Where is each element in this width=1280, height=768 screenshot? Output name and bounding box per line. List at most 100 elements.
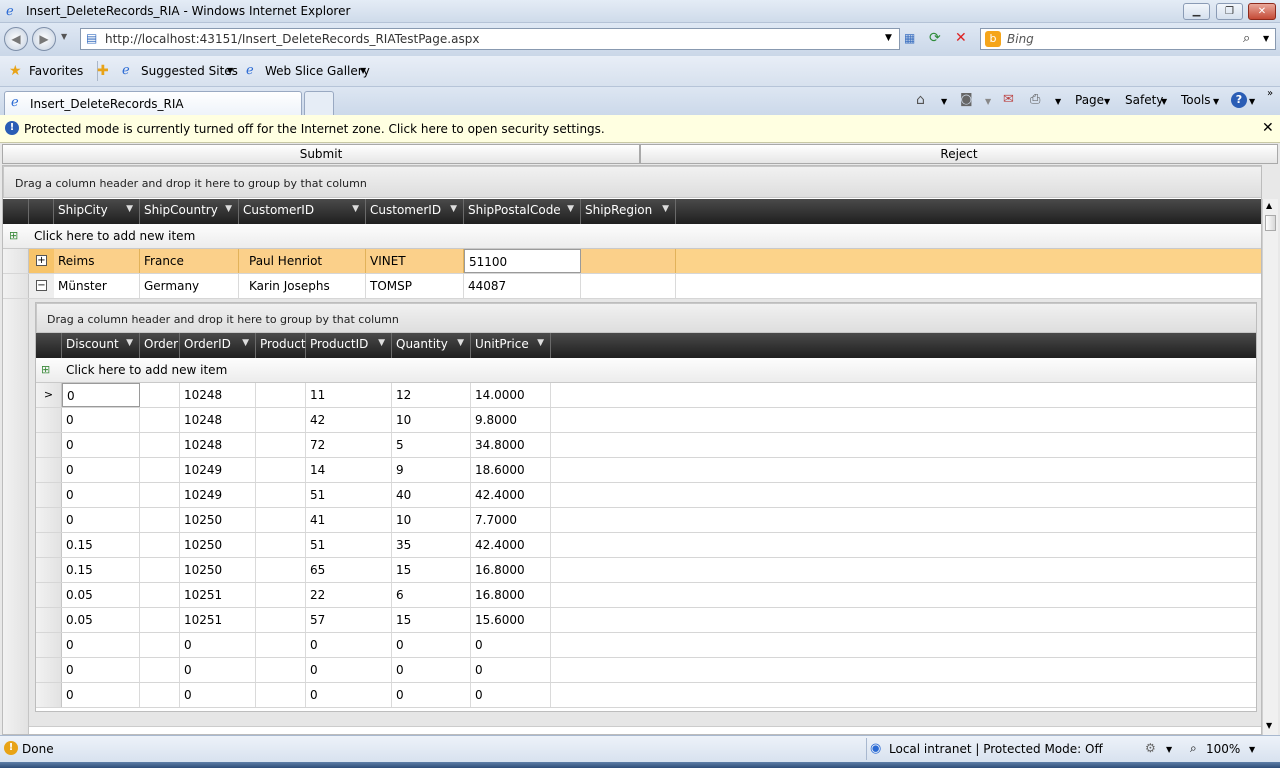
cell[interactable]: 18.6000 [471, 458, 551, 482]
cell[interactable]: 10250 [180, 508, 256, 532]
cell[interactable]: 0.05 [62, 583, 140, 607]
chevron-down-icon[interactable]: ▼ [227, 66, 233, 75]
cell[interactable]: 0 [62, 683, 140, 707]
web-slice-gallery-link[interactable]: Web Slice Gallery [265, 64, 370, 78]
address-dropdown-icon[interactable]: ▼ [885, 33, 892, 43]
cell[interactable] [140, 483, 180, 507]
add-favorites-icon[interactable]: ✚ [97, 63, 109, 79]
filter-icon[interactable]: ▼ [242, 338, 249, 348]
row-expander-cell[interactable]: − [29, 274, 54, 298]
cell[interactable]: Reims [54, 249, 140, 273]
page-menu[interactable]: Page [1075, 93, 1104, 107]
table-row[interactable]: 00000 [36, 633, 1256, 658]
cell[interactable]: 0 [180, 683, 256, 707]
scrollbar[interactable]: ▲ ▼ [1262, 199, 1278, 735]
cell[interactable] [140, 408, 180, 432]
suggested-sites-link[interactable]: Suggested Sites [141, 64, 238, 78]
table-row[interactable]: + Reims France Paul Henriot VINET 51100 [3, 249, 1261, 274]
stop-icon[interactable]: ✕ [955, 30, 967, 46]
table-row[interactable]: 0 10249 51 40 42.4000 [36, 483, 1256, 508]
chevron-down-icon[interactable]: ▼ [1104, 97, 1110, 106]
feeds-icon[interactable]: ◙ [960, 92, 973, 107]
filter-icon[interactable]: ▼ [352, 204, 359, 214]
column-header-order[interactable]: Order [140, 333, 180, 358]
cell[interactable] [256, 533, 306, 557]
cell[interactable] [140, 458, 180, 482]
cell[interactable]: 0 [306, 633, 392, 657]
filter-icon[interactable]: ▼ [457, 338, 464, 348]
cell[interactable]: 22 [306, 583, 392, 607]
cell[interactable]: Germany [140, 274, 239, 298]
close-icon[interactable]: ✕ [1262, 120, 1274, 136]
url-text[interactable]: http://localhost:43151/Insert_DeleteReco… [105, 32, 479, 46]
cell[interactable]: 34.8000 [471, 433, 551, 457]
cell[interactable]: 15 [392, 558, 471, 582]
cell[interactable]: 0 [62, 433, 140, 457]
column-header-shippostalcode[interactable]: ShipPostalCode ▼ [464, 199, 581, 224]
cell[interactable]: 0.05 [62, 608, 140, 632]
cell[interactable] [581, 249, 676, 273]
safety-menu[interactable]: Safety [1125, 93, 1163, 107]
filter-icon[interactable]: ▼ [378, 338, 385, 348]
cell[interactable] [256, 408, 306, 432]
cell[interactable]: 10251 [180, 608, 256, 632]
group-panel[interactable]: Drag a column header and drop it here to… [3, 166, 1261, 198]
more-tools-icon[interactable]: » [1267, 88, 1273, 99]
row-expander-cell[interactable]: + [29, 249, 54, 273]
info-bar[interactable]: ! Protected mode is currently turned off… [0, 115, 1280, 143]
compatibility-view-icon[interactable]: ▦ [904, 31, 915, 45]
cell[interactable] [140, 533, 180, 557]
cell[interactable]: 10250 [180, 558, 256, 582]
refresh-icon[interactable]: ⟳ [929, 30, 941, 46]
chevron-down-icon[interactable]: ▼ [1161, 97, 1167, 106]
add-new-item-row[interactable]: ⊞ Click here to add new item [3, 224, 1261, 249]
address-bar[interactable]: ▤ http://localhost:43151/Insert_DeleteRe… [80, 28, 900, 50]
scroll-up-icon[interactable]: ▲ [1266, 201, 1272, 210]
cell[interactable]: 0 [62, 508, 140, 532]
table-row[interactable]: 0 10249 14 9 18.6000 [36, 458, 1256, 483]
cell[interactable]: VINET [366, 249, 464, 273]
cell[interactable]: 10249 [180, 483, 256, 507]
help-icon[interactable]: ? [1231, 92, 1247, 108]
inner-group-panel[interactable]: Drag a column header and drop it here to… [36, 303, 1256, 333]
warning-icon[interactable]: ! [4, 741, 18, 755]
cell[interactable]: 72 [306, 433, 392, 457]
cell[interactable]: 11 [306, 383, 392, 407]
column-header-orderid[interactable]: OrderID ▼ [180, 333, 256, 358]
cell[interactable]: TOMSP [366, 274, 464, 298]
scroll-thumb[interactable] [1265, 215, 1276, 231]
filter-icon[interactable]: ▼ [450, 204, 457, 214]
mail-icon[interactable]: ✉ [1003, 92, 1014, 107]
chevron-down-icon[interactable]: ▼ [941, 97, 947, 106]
cell[interactable]: 0 [471, 658, 551, 682]
cell[interactable] [140, 633, 180, 657]
chevron-down-icon[interactable]: ▼ [1055, 97, 1061, 106]
cell[interactable]: 10 [392, 508, 471, 532]
table-row[interactable]: 0 10250 41 10 7.7000 [36, 508, 1256, 533]
cell[interactable]: 0 [62, 458, 140, 482]
cell[interactable] [256, 383, 306, 407]
cell[interactable] [140, 383, 180, 407]
cell[interactable] [256, 583, 306, 607]
cell[interactable]: 0 [471, 683, 551, 707]
cell[interactable]: 51 [306, 533, 392, 557]
expand-icon[interactable]: + [36, 255, 47, 266]
column-header-quantity[interactable]: Quantity ▼ [392, 333, 471, 358]
tab-active[interactable]: ℯ Insert_DeleteRecords_RIA [4, 91, 302, 115]
cell[interactable]: 0 [392, 633, 471, 657]
cell[interactable]: 10248 [180, 433, 256, 457]
cell[interactable]: 0 [392, 683, 471, 707]
cell[interactable]: 7.7000 [471, 508, 551, 532]
filter-icon[interactable]: ▼ [662, 204, 669, 214]
cell[interactable]: 57 [306, 608, 392, 632]
cell[interactable] [256, 433, 306, 457]
cell[interactable]: 14.0000 [471, 383, 551, 407]
minimize-button[interactable]: ▁ [1183, 3, 1210, 20]
cell-editing[interactable]: 0 [62, 383, 140, 407]
cell[interactable]: 65 [306, 558, 392, 582]
cell[interactable] [140, 583, 180, 607]
cell[interactable]: Paul Henriot [239, 249, 366, 273]
cell[interactable] [256, 658, 306, 682]
cell[interactable] [256, 483, 306, 507]
cell[interactable]: 0 [62, 408, 140, 432]
